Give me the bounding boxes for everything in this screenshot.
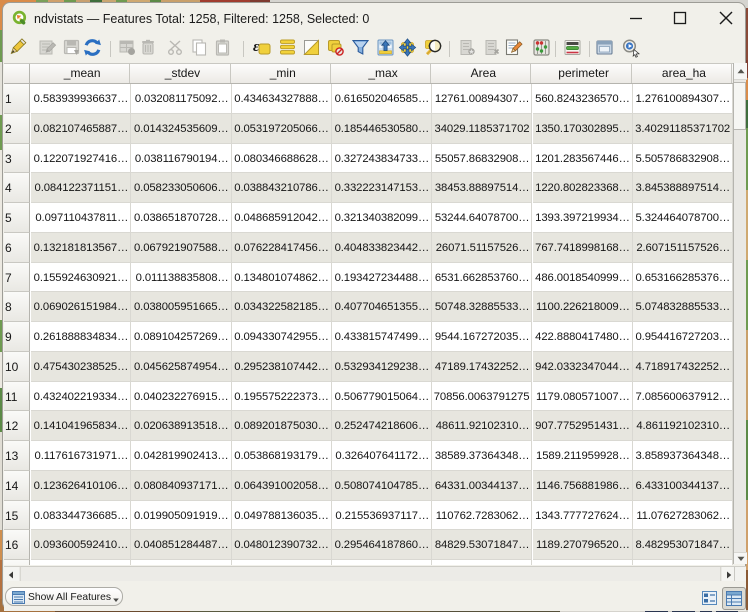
svg-text:ε: ε bbox=[253, 39, 260, 55]
